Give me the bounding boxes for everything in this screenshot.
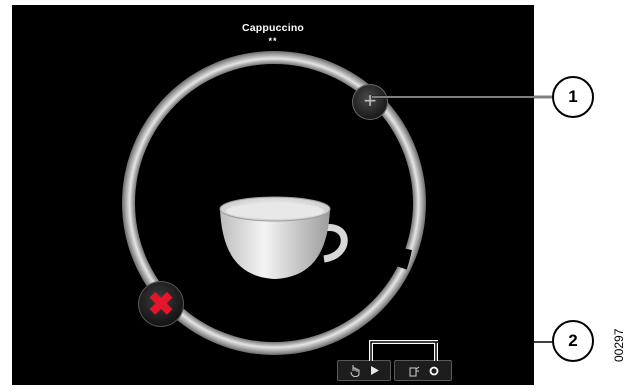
- document-code: 00297: [612, 328, 626, 362]
- callout-lines: [369, 95, 552, 361]
- callout-1: 1: [552, 76, 594, 118]
- callout-2: 2: [552, 320, 594, 362]
